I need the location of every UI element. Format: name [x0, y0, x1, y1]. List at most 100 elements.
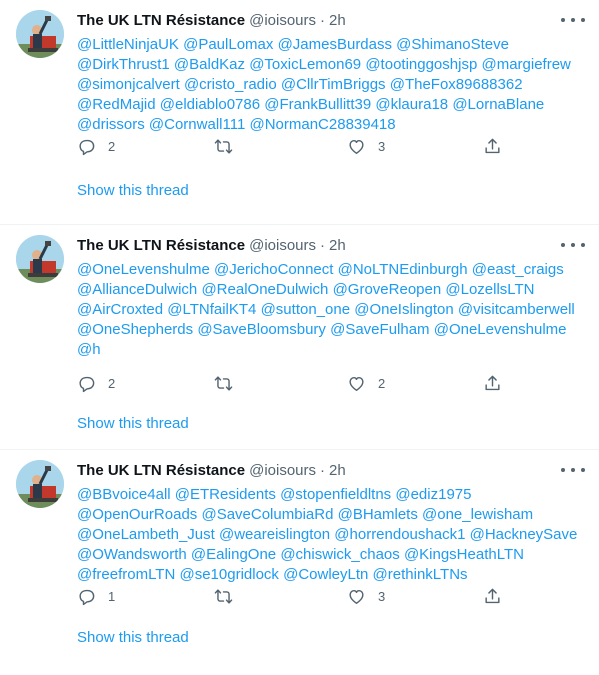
more-options-button[interactable]	[561, 14, 585, 26]
mention-link[interactable]: @JamesBurdass	[278, 36, 392, 53]
display-name[interactable]: The UK LTN Résistance	[77, 237, 245, 254]
mention-link[interactable]: @BaldKaz	[174, 56, 245, 73]
timestamp[interactable]: 2h	[329, 462, 346, 479]
mention-link[interactable]: @CllrTimBriggs	[281, 76, 386, 93]
retweet-button[interactable]	[214, 373, 245, 393]
mention-link[interactable]: @one_lewisham	[422, 506, 533, 523]
user-handle[interactable]: @ioisours	[249, 237, 316, 254]
mention-link[interactable]: @ediz1975	[395, 486, 471, 503]
mention-link[interactable]: @east_craigs	[472, 261, 564, 278]
mention-link[interactable]: @ShimanoSteve	[396, 36, 509, 53]
mention-link[interactable]: @JerichoConnect	[214, 261, 333, 278]
mention-link[interactable]: @LozellsLTN	[445, 281, 534, 298]
timestamp[interactable]: 2h	[329, 237, 346, 254]
more-options-button[interactable]	[561, 464, 585, 476]
user-handle[interactable]: @ioisours	[249, 462, 316, 479]
reply-button[interactable]: 2	[77, 373, 115, 393]
avatar[interactable]	[16, 235, 64, 283]
tweet-actions: 2 3	[77, 136, 507, 156]
mention-link[interactable]: @SaveBloomsbury	[197, 321, 326, 338]
mention-link[interactable]: @FrankBullitt39	[264, 96, 371, 113]
mention-link[interactable]: @weareislington	[219, 526, 330, 543]
mention-link[interactable]: @drissors	[77, 116, 145, 133]
mention-link[interactable]: @rethinkLTNs	[373, 566, 468, 583]
like-button[interactable]: 3	[347, 136, 385, 156]
mention-link[interactable]: @CowleyLtn	[283, 566, 368, 583]
show-thread-link[interactable]: Show this thread	[77, 181, 189, 201]
mention-link[interactable]: @DirkThrust1	[77, 56, 170, 73]
user-handle[interactable]: @ioisours	[249, 12, 316, 29]
mention-link[interactable]: @stopenfieldltns	[280, 486, 391, 503]
mention-link[interactable]: @visitcamberwell	[458, 301, 575, 318]
reply-button[interactable]: 2	[77, 136, 115, 156]
mention-link[interactable]: @eldiablo0786	[160, 96, 260, 113]
more-options-button[interactable]	[561, 239, 585, 251]
retweet-button[interactable]	[214, 586, 245, 606]
share-button[interactable]	[483, 586, 502, 606]
mention-link[interactable]: @ETResidents	[175, 486, 276, 503]
avatar[interactable]	[16, 460, 64, 508]
mention-link[interactable]: @OpenOurRoads	[77, 506, 197, 523]
share-button[interactable]	[483, 136, 502, 156]
timeline-feed: The UK LTN Résistance @ioisours · 2h @Littl…	[0, 0, 599, 675]
mention-link[interactable]: @RealOneDulwich	[201, 281, 328, 298]
mention-link[interactable]: @simonjcalvert	[77, 76, 180, 93]
display-name[interactable]: The UK LTN Résistance	[77, 12, 245, 29]
share-button[interactable]	[483, 373, 502, 393]
reply-icon	[79, 589, 95, 605]
mention-link[interactable]: @OneLambeth_Just	[77, 526, 215, 543]
show-thread-link[interactable]: Show this thread	[77, 414, 189, 434]
timestamp[interactable]: 2h	[329, 12, 346, 29]
mention-link[interactable]: @margiefrew	[481, 56, 570, 73]
mention-link[interactable]: @freefromLTN	[77, 566, 175, 583]
mention-link[interactable]: @SaveFulham	[330, 321, 429, 338]
mention-link[interactable]: @LittleNinjaUK	[77, 36, 179, 53]
reply-count: 2	[108, 375, 116, 391]
mention-link[interactable]: @PaulLomax	[183, 36, 273, 53]
mention-link[interactable]: @chiswick_chaos	[280, 546, 399, 563]
mention-link[interactable]: @GroveReopen	[333, 281, 442, 298]
mention-link[interactable]: @ToxicLemon69	[249, 56, 361, 73]
retweet-button[interactable]	[214, 136, 245, 156]
mention-link[interactable]: @KingsHeathLTN	[404, 546, 524, 563]
like-button[interactable]: 2	[347, 373, 385, 393]
reply-button[interactable]: 1	[77, 586, 115, 606]
mention-link[interactable]: @OneLevenshulme	[77, 261, 210, 278]
mention-link[interactable]: @se10gridlock	[179, 566, 278, 583]
mention-link[interactable]: @SaveColumbiaRd	[201, 506, 333, 523]
mention-link[interactable]: @OneLevenshulme	[434, 321, 567, 338]
mention-link[interactable]: @Cornwall111	[149, 116, 245, 133]
tweet[interactable]: The UK LTN Résistance @ioisours · 2h @BBvoi…	[0, 450, 599, 675]
mention-link[interactable]: @TheFox89688362	[390, 76, 523, 93]
tweet[interactable]: The UK LTN Résistance @ioisours · 2h @OneLe…	[0, 225, 599, 450]
mention-link[interactable]: @BBvoice4all	[77, 486, 171, 503]
display-name[interactable]: The UK LTN Résistance	[77, 462, 245, 479]
mention-link[interactable]: @HackneySave	[470, 526, 578, 543]
mention-link[interactable]: @RedMajid	[77, 96, 156, 113]
mention-link[interactable]: @BHamlets	[338, 506, 418, 523]
mention-link[interactable]: @LornaBlane	[452, 96, 544, 113]
avatar[interactable]	[16, 10, 64, 58]
mention-link[interactable]: @EalingOne	[191, 546, 276, 563]
mention-link[interactable]: @NormanC28839418	[249, 116, 395, 133]
tweet-text: @LittleNinjaUK @PaulLomax @JamesBurdass …	[77, 35, 585, 135]
tweet-text: @OneLevenshulme @JerichoConnect @NoLTNEd…	[77, 260, 585, 360]
mention-link[interactable]: @AirCroxted	[77, 301, 163, 318]
mention-link[interactable]: @OWandsworth	[77, 546, 187, 563]
mention-link[interactable]: @cristo_radio	[184, 76, 277, 93]
mention-link[interactable]: @OneShepherds	[77, 321, 193, 338]
like-button[interactable]: 3	[347, 586, 385, 606]
tweet-header: The UK LTN Résistance @ioisours · 2h	[77, 10, 585, 32]
mention-link[interactable]: @NoLTNEdinburgh	[338, 261, 468, 278]
reply-icon	[79, 376, 95, 392]
mention-link[interactable]: @h	[77, 341, 101, 358]
mention-link[interactable]: @horrendoushack1	[334, 526, 465, 543]
mention-link[interactable]: @klaura18	[375, 96, 448, 113]
mention-link[interactable]: @sutton_one	[261, 301, 350, 318]
mention-link[interactable]: @LTNfailKT4	[167, 301, 256, 318]
tweet[interactable]: The UK LTN Résistance @ioisours · 2h @Littl…	[0, 0, 599, 225]
mention-link[interactable]: @AllianceDulwich	[77, 281, 197, 298]
mention-link[interactable]: @OneIslington	[354, 301, 453, 318]
show-thread-link[interactable]: Show this thread	[77, 628, 189, 648]
mention-link[interactable]: @tootinggoshjsp	[365, 56, 477, 73]
